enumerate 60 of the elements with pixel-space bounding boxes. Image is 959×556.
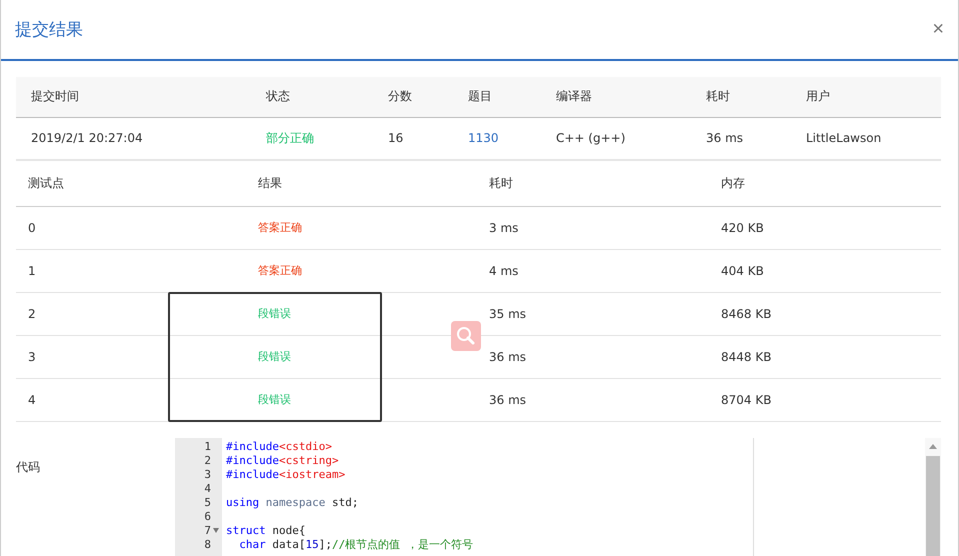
table-cell: 36 ms	[706, 131, 744, 146]
problem-link[interactable]: 1130	[468, 131, 499, 146]
column-header: 内存	[721, 176, 745, 190]
table-cell: 4	[28, 392, 36, 406]
scrollbar-thumb[interactable]	[926, 456, 940, 556]
column-header: 用户	[806, 89, 830, 104]
line-number: 5	[204, 496, 211, 510]
result-text: 段错误	[258, 393, 291, 406]
code-line: #include<iostream>	[226, 468, 346, 480]
table-cell: 2	[28, 306, 36, 320]
code-line: #include<cstdio>	[226, 440, 332, 452]
column-header: 编译器	[556, 89, 592, 104]
magnifier-icon[interactable]	[451, 321, 481, 351]
code-line: #include<cstring>	[226, 454, 339, 466]
table-cell: 4 ms	[489, 264, 518, 278]
status-text: 部分正确	[266, 130, 314, 145]
column-header: 提交时间	[31, 89, 79, 104]
table-cell: 1	[28, 264, 36, 278]
code-line: char data[15];//根节点的值 ，是一个符号	[239, 538, 473, 550]
result-text: 答案正确	[258, 264, 302, 277]
line-number: 3	[204, 468, 211, 482]
line-number: 1	[204, 440, 211, 454]
table-cell: 8448 KB	[721, 350, 772, 364]
column-header: 测试点	[28, 176, 64, 190]
line-number: 7	[204, 524, 211, 538]
column-header: 分数	[388, 89, 412, 104]
code-line: using namespace std;	[226, 496, 358, 508]
column-header: 结果	[258, 176, 282, 190]
dialog-title: 提交结果	[15, 19, 83, 41]
result-text: 答案正确	[258, 221, 302, 234]
line-number: 6	[204, 510, 211, 524]
result-text: 段错误	[258, 307, 291, 320]
scroll-up-icon[interactable]	[929, 444, 937, 448]
table-cell: 8704 KB	[721, 392, 772, 406]
close-button[interactable]: ×	[932, 18, 944, 41]
result-text: 段错误	[258, 350, 291, 363]
table-cell: 404 KB	[721, 264, 764, 278]
table-cell: 0	[28, 220, 36, 234]
table-cell: 420 KB	[721, 220, 764, 234]
table-cell: 3 ms	[489, 220, 518, 234]
line-number: 4	[204, 482, 211, 496]
line-number: 2	[204, 454, 211, 468]
table-cell: C++ (g++)	[556, 131, 626, 146]
table-cell: LittleLawson	[806, 131, 882, 146]
line-number: 8	[204, 538, 211, 552]
table-cell: 36 ms	[489, 392, 526, 406]
fold-caret-icon[interactable]	[213, 528, 219, 533]
code-line: struct node{	[226, 524, 306, 536]
code-label: 代码	[16, 458, 41, 476]
table-cell: 16	[388, 131, 404, 146]
table-cell: 2019/2/1 20:27:04	[31, 131, 143, 146]
column-header: 状态	[266, 89, 290, 104]
table-cell: 8468 KB	[721, 306, 772, 320]
column-header: 题目	[468, 89, 492, 104]
column-header: 耗时	[489, 176, 513, 190]
column-header: 耗时	[706, 89, 730, 104]
table-cell: 3	[28, 350, 36, 364]
scrollbar[interactable]	[925, 438, 941, 556]
table-cell: 36 ms	[489, 350, 526, 364]
table-cell: 35 ms	[489, 306, 526, 320]
